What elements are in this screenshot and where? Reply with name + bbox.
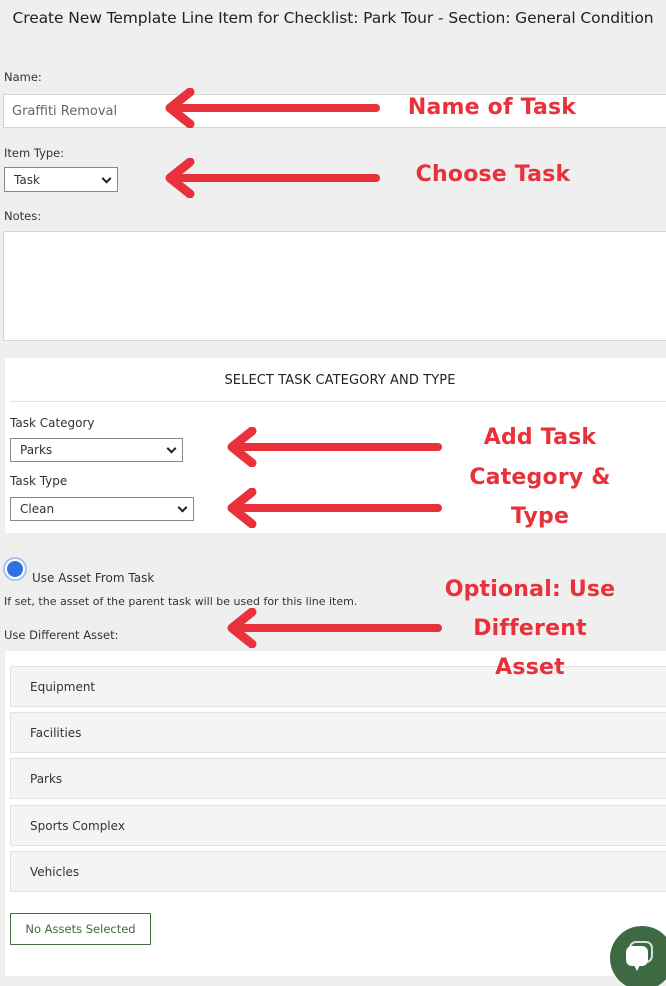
item-type-select[interactable]: Task (4, 167, 118, 192)
annotation-arrow-task-category (227, 427, 442, 467)
asset-group-facilities[interactable]: Facilities (10, 712, 666, 753)
radio-selected-dot (7, 561, 23, 577)
asset-group-label: Vehicles (30, 864, 80, 879)
asset-group-label: Equipment (30, 679, 96, 694)
use-asset-from-task-radio[interactable] (3, 557, 27, 581)
divider (10, 401, 666, 402)
use-different-asset-label: Use Different Asset: (4, 628, 119, 642)
task-category-label: Task Category (10, 416, 95, 430)
item-type-value: Task (14, 172, 40, 187)
page-title: Create New Template Line Item for Checkl… (12, 9, 654, 27)
notes-label: Notes: (4, 209, 42, 223)
asset-group-label: Facilities (30, 725, 82, 740)
asset-group-parks[interactable]: Parks (10, 758, 666, 799)
annotation-optional-asset-line-1: Optional: Use (444, 577, 616, 602)
page: Create New Template Line Item for Checkl… (0, 0, 666, 986)
help-text: If set, the asset of the parent task wil… (4, 595, 358, 608)
annotation-add-task-category-line-2: Category & (469, 465, 611, 490)
name-label: Name: (4, 70, 42, 84)
annotation-optional-asset-line-2: Different (473, 616, 587, 641)
asset-group-label: Parks (30, 771, 63, 786)
annotation-choose-task: Choose Task (415, 162, 571, 187)
annotation-add-task-category-line-3: Type (510, 504, 570, 529)
annotation-arrow-different-asset (227, 608, 442, 648)
panel-heading: SELECT TASK CATEGORY AND TYPE (224, 373, 456, 388)
annotation-name-of-task: Name of Task (407, 95, 577, 120)
asset-group-label: Sports Complex (30, 818, 125, 833)
task-type-value: Clean (20, 502, 55, 516)
annotation-add-task-category-line-1: Add Task (483, 425, 597, 450)
task-category-select[interactable]: Parks (10, 438, 183, 462)
use-asset-from-task-label[interactable]: Use Asset From Task (32, 571, 154, 585)
annotation-arrow-item-type (165, 158, 380, 198)
chat-button[interactable] (610, 926, 666, 986)
chat-bubble-icon (626, 941, 653, 971)
asset-group-sports-complex[interactable]: Sports Complex (10, 805, 666, 846)
chevron-down-icon (166, 443, 177, 454)
task-category-value: Parks (20, 443, 53, 457)
asset-group-vehicles[interactable]: Vehicles (10, 851, 666, 892)
chevron-down-icon (101, 173, 112, 184)
notes-textarea[interactable] (3, 231, 666, 341)
task-type-label: Task Type (10, 474, 68, 488)
chevron-down-icon (177, 502, 188, 513)
annotation-arrow-name (165, 88, 380, 128)
annotation-arrow-task-type (227, 488, 442, 528)
item-type-label: Item Type: (4, 146, 65, 160)
annotation-optional-asset-line-3: Asset (495, 655, 565, 680)
no-assets-selected-button[interactable]: No Assets Selected (10, 913, 151, 945)
assets-panel: Equipment Facilities Parks Sports Comple… (5, 651, 666, 976)
task-type-select[interactable]: Clean (10, 497, 194, 521)
